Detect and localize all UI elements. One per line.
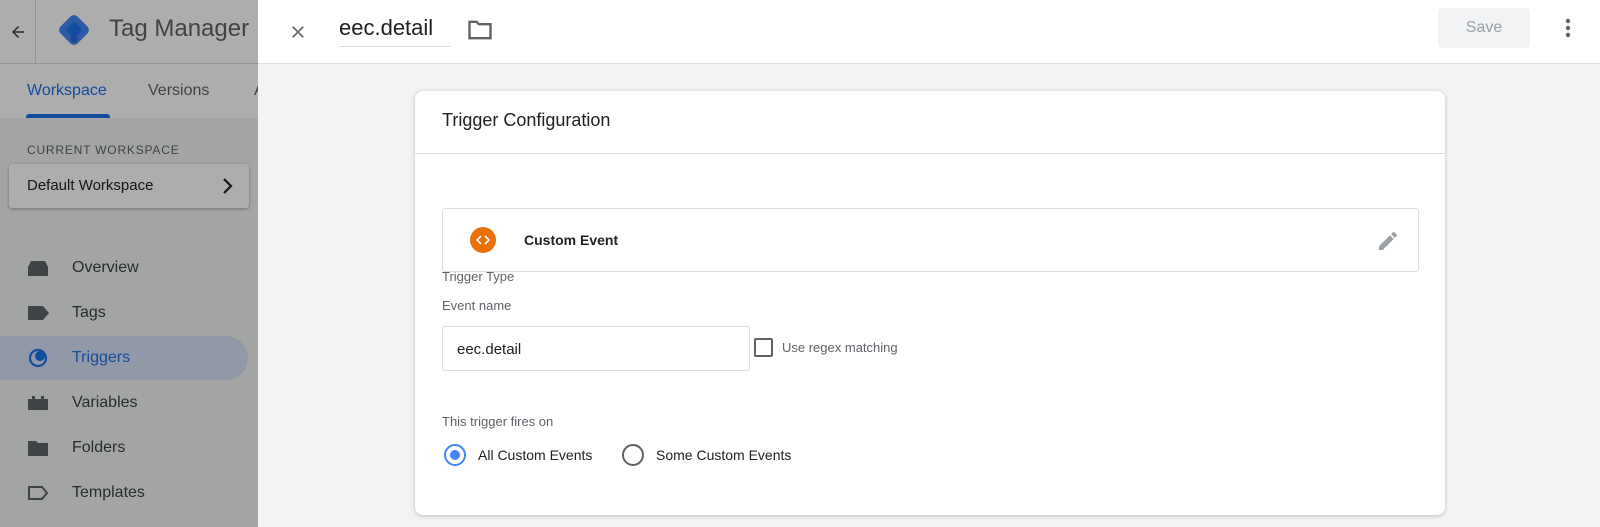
trigger-name-input[interactable]: eec.detail bbox=[339, 13, 451, 47]
more-options-button[interactable] bbox=[1554, 14, 1582, 42]
radio-all-custom-events[interactable] bbox=[444, 444, 466, 466]
divider bbox=[415, 153, 1445, 154]
trigger-configuration-card: Trigger Configuration Trigger Type Custo… bbox=[415, 91, 1445, 515]
save-button[interactable]: Save bbox=[1438, 8, 1530, 48]
regex-checkbox-label: Use regex matching bbox=[782, 340, 898, 355]
fires-on-label: This trigger fires on bbox=[442, 414, 554, 429]
radio-some-custom-events[interactable] bbox=[622, 444, 644, 466]
sheet-header: eec.detail Save bbox=[258, 0, 1600, 64]
edit-pencil-icon[interactable] bbox=[1376, 229, 1400, 253]
app-navigation: Tag Manager Workspace Versions A CURRENT… bbox=[0, 0, 258, 527]
close-icon bbox=[292, 26, 304, 38]
radio-label: All Custom Events bbox=[478, 447, 593, 463]
regex-checkbox[interactable] bbox=[754, 338, 773, 357]
event-name-label: Event name bbox=[442, 298, 512, 313]
modal-scrim[interactable] bbox=[0, 0, 258, 527]
custom-event-icon bbox=[470, 227, 496, 253]
trigger-type-selector[interactable]: Custom Event bbox=[442, 208, 1419, 272]
more-vert-icon bbox=[1565, 18, 1571, 38]
trigger-editor-sheet: eec.detail Save Trigger Configuration Tr… bbox=[258, 0, 1600, 527]
radio-label: Some Custom Events bbox=[656, 447, 792, 463]
event-name-input[interactable]: eec.detail bbox=[442, 326, 750, 371]
close-button[interactable] bbox=[283, 17, 313, 47]
card-title: Trigger Configuration bbox=[442, 110, 611, 130]
folder-outline-icon[interactable] bbox=[466, 16, 494, 44]
trigger-type-value: Custom Event bbox=[524, 232, 619, 248]
